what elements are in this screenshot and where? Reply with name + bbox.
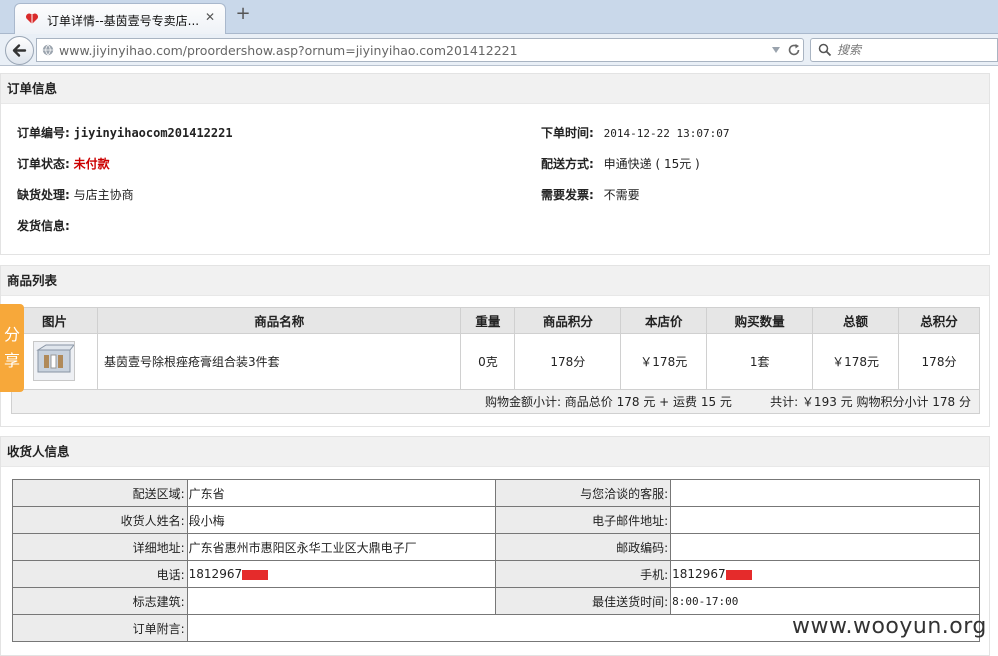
order-status-value: 未付款 [73,157,110,171]
order-number-value: jiyinyihaocom201412221 [73,126,233,140]
share-button[interactable]: 分 享 [0,304,24,392]
table-row: 基茵壹号除根痤疮膏组合装3件套 0克 178分 ￥178元 1套 ￥178元 1… [11,333,980,390]
search-box[interactable] [810,38,998,62]
delivery-method-value: 申通快递 ( 15元 ) [603,157,700,171]
phone-value: 1812967 [188,567,243,581]
address-label: 详细地址: [12,533,188,561]
share-label-2: 享 [3,351,20,370]
tab-strip: 订单详情--基茵壹号专卖店... ✕ + [0,0,998,34]
product-list-title: 商品列表 [1,266,989,296]
browser-tab[interactable]: 订单详情--基茵壹号专卖店... ✕ [14,3,226,34]
order-summary-text: 购物金额小计: 商品总价 178 元 + 运费 15 元 共计: ￥193 元 … [11,389,980,414]
invoice-field: 需要发票: 不需要 [541,188,640,202]
receiver-name-value: 段小梅 [186,506,497,534]
order-time-value: 2014-12-22 13:07:07 [603,127,730,140]
col-header-price: 本店价 [620,307,708,334]
mobile-value: 1812967 [672,567,726,581]
nav-bar: www.jiyinyihao.com/proordershow.asp?ornu… [0,34,998,66]
table-row: 详细地址: 广东省惠州市惠阳区永华工业区大鼎电子厂 邮政编码: [12,533,980,561]
back-button[interactable] [5,36,34,65]
product-name-cell[interactable]: 基茵壹号除根痤疮膏组合装3件套 [96,333,462,390]
phone-value-cell: 1812967 [186,560,497,588]
email-value [670,506,980,534]
product-weight-cell: 0克 [460,333,516,390]
service-contact-value [670,479,980,507]
shipping-info-field: 发货信息: [17,219,70,233]
globe-icon [42,44,54,56]
order-info-section: 订单信息 订单编号: jiyinyihaocom201412221 订单状态: … [0,73,990,255]
search-icon [818,43,832,57]
delivery-time-label: 最佳送货时间: [495,587,672,615]
url-text[interactable]: www.jiyinyihao.com/proordershow.asp?ornu… [59,43,518,58]
col-header-qty: 购买数量 [706,307,814,334]
shortage-handling-field: 缺货处理: 与店主协商 [17,188,134,202]
col-header-weight: 重量 [460,307,516,334]
email-label: 电子邮件地址: [495,506,672,534]
col-header-name: 商品名称 [96,307,462,334]
address-value: 广东省惠州市惠阳区永华工业区大鼎电子厂 [186,533,497,561]
product-table: 图片 商品名称 重量 商品积分 本店价 购买数量 总额 总积分 基茵壹号除根痤疮… [11,307,980,414]
receiver-info-title: 收货人信息 [1,437,989,467]
col-header-points: 商品积分 [514,307,622,334]
summary-row: 购物金额小计: 商品总价 178 元 + 运费 15 元 共计: ￥193 元 … [11,389,980,414]
product-price-cell: ￥178元 [620,333,708,390]
product-list-section: 商品列表 图片 商品名称 重量 商品积分 本店价 购买数量 总额 总积分 基茵壹… [0,265,990,427]
delivery-method-field: 配送方式: 申通快递 ( 15元 ) [541,157,700,171]
delivery-region-value: 广东省 [186,479,497,507]
back-arrow-icon [12,44,27,57]
col-header-total-points: 总积分 [898,307,980,334]
postcode-value [670,533,980,561]
phone-label: 电话: [12,560,188,588]
phone-redaction [242,569,269,580]
table-row: 配送区域: 广东省 与您洽谈的客服: [12,479,980,507]
product-total-points-cell: 178分 [898,333,980,390]
table-row: 标志建筑: 最佳送货时间: 8:00-17:00 [12,587,980,615]
order-time-field: 下单时间: 2014-12-22 13:07:07 [541,126,730,140]
product-box-icon [36,344,76,372]
close-tab-icon[interactable]: ✕ [203,10,217,24]
service-contact-label: 与您洽谈的客服: [495,479,672,507]
product-table-header: 图片 商品名称 重量 商品积分 本店价 购买数量 总额 总积分 [11,307,980,334]
col-header-total: 总额 [812,307,900,334]
delivery-time-value: 8:00-17:00 [670,587,980,615]
table-row: 收货人姓名: 段小梅 电子邮件地址: [12,506,980,534]
product-thumbnail[interactable] [33,340,76,381]
invoice-value: 不需要 [603,188,640,202]
new-tab-button[interactable]: + [234,5,252,23]
order-status-field: 订单状态: 未付款 [17,157,110,171]
mobile-label: 手机: [495,560,672,588]
landmark-label: 标志建筑: [12,587,188,615]
mobile-redaction [725,569,752,580]
reload-icon[interactable] [787,43,801,57]
tab-title: 订单详情--基茵壹号专卖店... [47,14,200,28]
share-label-1: 分 [3,325,20,344]
product-image-cell[interactable] [11,333,98,390]
landmark-value [186,587,497,615]
postcode-label: 邮政编码: [495,533,672,561]
receiver-name-label: 收货人姓名: [12,506,188,534]
order-info-title: 订单信息 [1,74,989,104]
col-header-image: 图片 [11,307,98,334]
product-total-cell: ￥178元 [812,333,900,390]
search-input[interactable] [837,41,987,59]
shortage-handling-value: 与店主协商 [73,188,134,202]
order-note-label: 订单附言: [12,614,188,642]
delivery-region-label: 配送区域: [12,479,188,507]
order-number-field: 订单编号: jiyinyihaocom201412221 [17,126,233,140]
chevron-down-icon[interactable] [771,45,781,55]
table-row: 电话: 1812967 手机: 1812967 [12,560,980,588]
watermark: www.wooyun.org [792,614,987,639]
url-bar[interactable]: www.jiyinyihao.com/proordershow.asp?ornu… [36,38,804,62]
heart-favicon-icon [25,13,39,24]
product-qty-cell: 1套 [706,333,814,390]
product-points-cell: 178分 [514,333,622,390]
mobile-value-cell: 1812967 [670,560,980,588]
